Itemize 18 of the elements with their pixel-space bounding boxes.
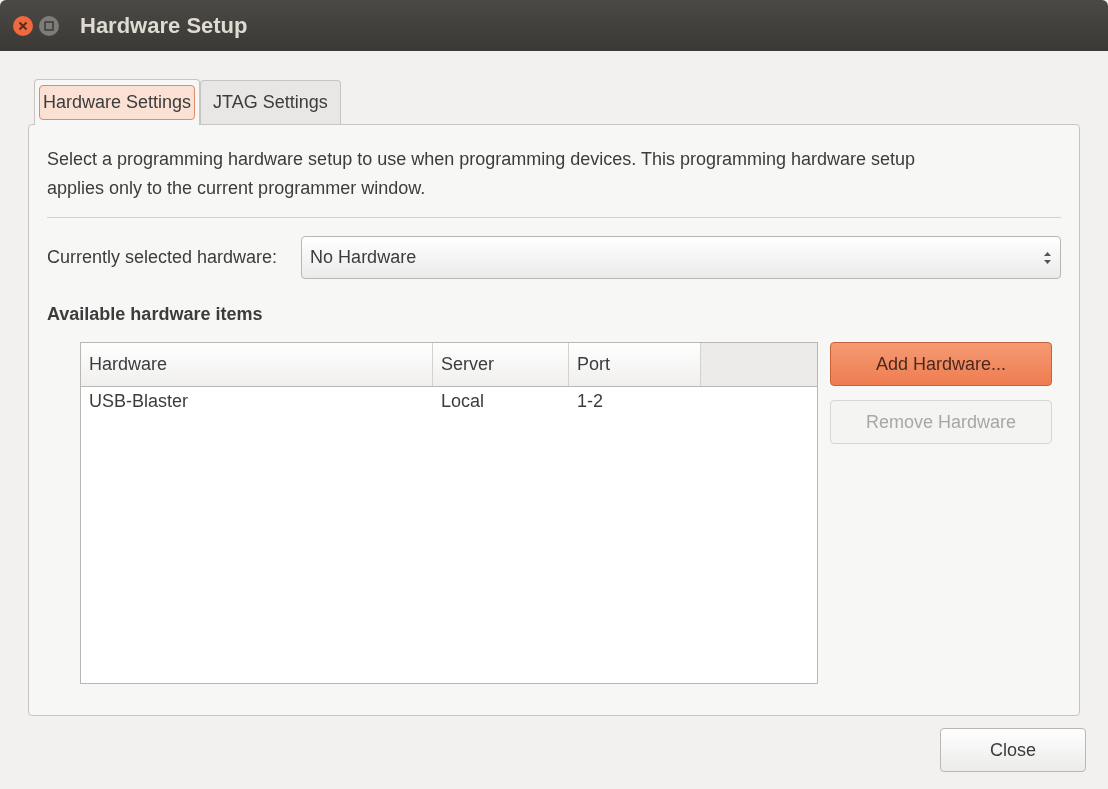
table-row[interactable]: USB-Blaster Local 1-2 bbox=[81, 387, 817, 415]
section-heading: Available hardware items bbox=[47, 303, 264, 326]
window-title: Hardware Setup bbox=[80, 12, 248, 40]
maximize-icon[interactable] bbox=[38, 14, 60, 37]
spinner-arrows-icon bbox=[1043, 250, 1052, 265]
table-cell-text: 1-2 bbox=[576, 390, 604, 413]
column-header[interactable]: Hardware bbox=[81, 343, 433, 386]
field-label: Currently selected hardware: bbox=[47, 246, 278, 269]
table-cell-text: Local bbox=[440, 390, 486, 413]
tab[interactable]: Hardware Settings bbox=[34, 79, 201, 125]
close-button[interactable]: Close bbox=[940, 728, 1086, 772]
column-header[interactable]: Server bbox=[433, 343, 569, 386]
tab[interactable]: JTAG Settings bbox=[200, 80, 341, 124]
hardware-select[interactable]: No Hardware bbox=[301, 236, 1061, 279]
description-text: Select a programming hardware setup to use when programming devices. This programming hardware setup applies only to the current programmer window. bbox=[47, 148, 917, 200]
table-cell-text: USB-Blaster bbox=[88, 390, 190, 413]
close-icon[interactable] bbox=[12, 14, 34, 37]
add-hardware-button[interactable]: Add Hardware... bbox=[830, 342, 1052, 386]
